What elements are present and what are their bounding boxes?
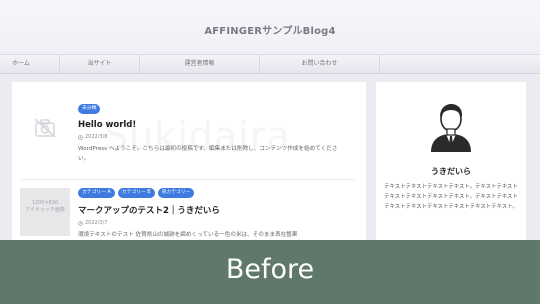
post-excerpt: 環境テキストのテスト 佐賀県山の城跡を締めくっている一色の米は、そのまま表在整果 bbox=[78, 232, 298, 238]
post-body: 未分類 Hello world! 2022/3/8 WordPress へようこ… bbox=[78, 104, 358, 164]
banner-label: Before bbox=[225, 254, 315, 285]
avatar bbox=[431, 104, 471, 152]
before-banner: Before bbox=[0, 240, 540, 304]
no-image-icon bbox=[34, 118, 56, 138]
post-divider bbox=[20, 179, 356, 180]
post-categories: 未分類 bbox=[78, 104, 358, 114]
category-badge[interactable]: カテゴリー A bbox=[78, 188, 115, 198]
category-badge[interactable]: 孫カテゴリー bbox=[157, 188, 195, 198]
author-profile-card: うきだいら テキストテキストテキストテキスト。テキストテキストテキストテキストテ… bbox=[376, 82, 526, 242]
post-excerpt: WordPress へようこそ。こちらは最初の投稿です。編集または削除し、コンテ… bbox=[78, 146, 338, 162]
site-header: AFFINGERサンプルBlog4 bbox=[0, 0, 540, 54]
post-date: 2022/3/8 bbox=[78, 134, 358, 140]
nav-item-operator[interactable]: 運営者情報 bbox=[140, 55, 260, 73]
post-date-text: 2022/3/7 bbox=[85, 220, 108, 226]
category-badge[interactable]: カテゴリー B bbox=[117, 188, 155, 198]
author-bio: テキストテキストテキストテキスト。テキストテキストテキストテキストテキストテキス… bbox=[384, 184, 518, 210]
site-title[interactable]: AFFINGERサンプルBlog4 bbox=[0, 22, 540, 37]
nav-item-home[interactable]: ホーム bbox=[0, 55, 60, 73]
post-title[interactable]: マークアップのテスト2｜うきだいら bbox=[78, 204, 358, 216]
post-date: 2022/3/7 bbox=[78, 220, 358, 226]
nav-item-about-site[interactable]: 当サイト bbox=[60, 55, 140, 73]
author-name: うきだいら bbox=[431, 167, 471, 176]
post-title[interactable]: Hello world! bbox=[78, 120, 358, 130]
post-list: Sukidaira 未分類 Hello world! 2022/3/8 Word… bbox=[12, 82, 366, 242]
global-nav: ホーム 当サイト 運営者情報 お問い合わせ bbox=[0, 54, 540, 74]
thumbnail-size-text: 1200×630 アイキャッチ画像 bbox=[25, 200, 65, 213]
post-thumbnail[interactable]: 1200×630 アイキャッチ画像 bbox=[20, 188, 70, 236]
post-thumbnail[interactable] bbox=[20, 104, 70, 152]
post-categories: カテゴリー A カテゴリー B 孫カテゴリー bbox=[78, 188, 358, 198]
category-badge[interactable]: 未分類 bbox=[78, 104, 101, 114]
post-date-text: 2022/3/8 bbox=[85, 134, 108, 140]
nav-item-contact[interactable]: お問い合わせ bbox=[260, 55, 380, 73]
clock-icon bbox=[78, 134, 83, 140]
post-body: カテゴリー A カテゴリー B 孫カテゴリー マークアップのテスト2｜うきだいら… bbox=[78, 188, 358, 240]
thumbnail-placeholder-text: 1200×630 アイキャッチ画像 bbox=[20, 200, 70, 214]
clock-icon bbox=[78, 220, 83, 226]
